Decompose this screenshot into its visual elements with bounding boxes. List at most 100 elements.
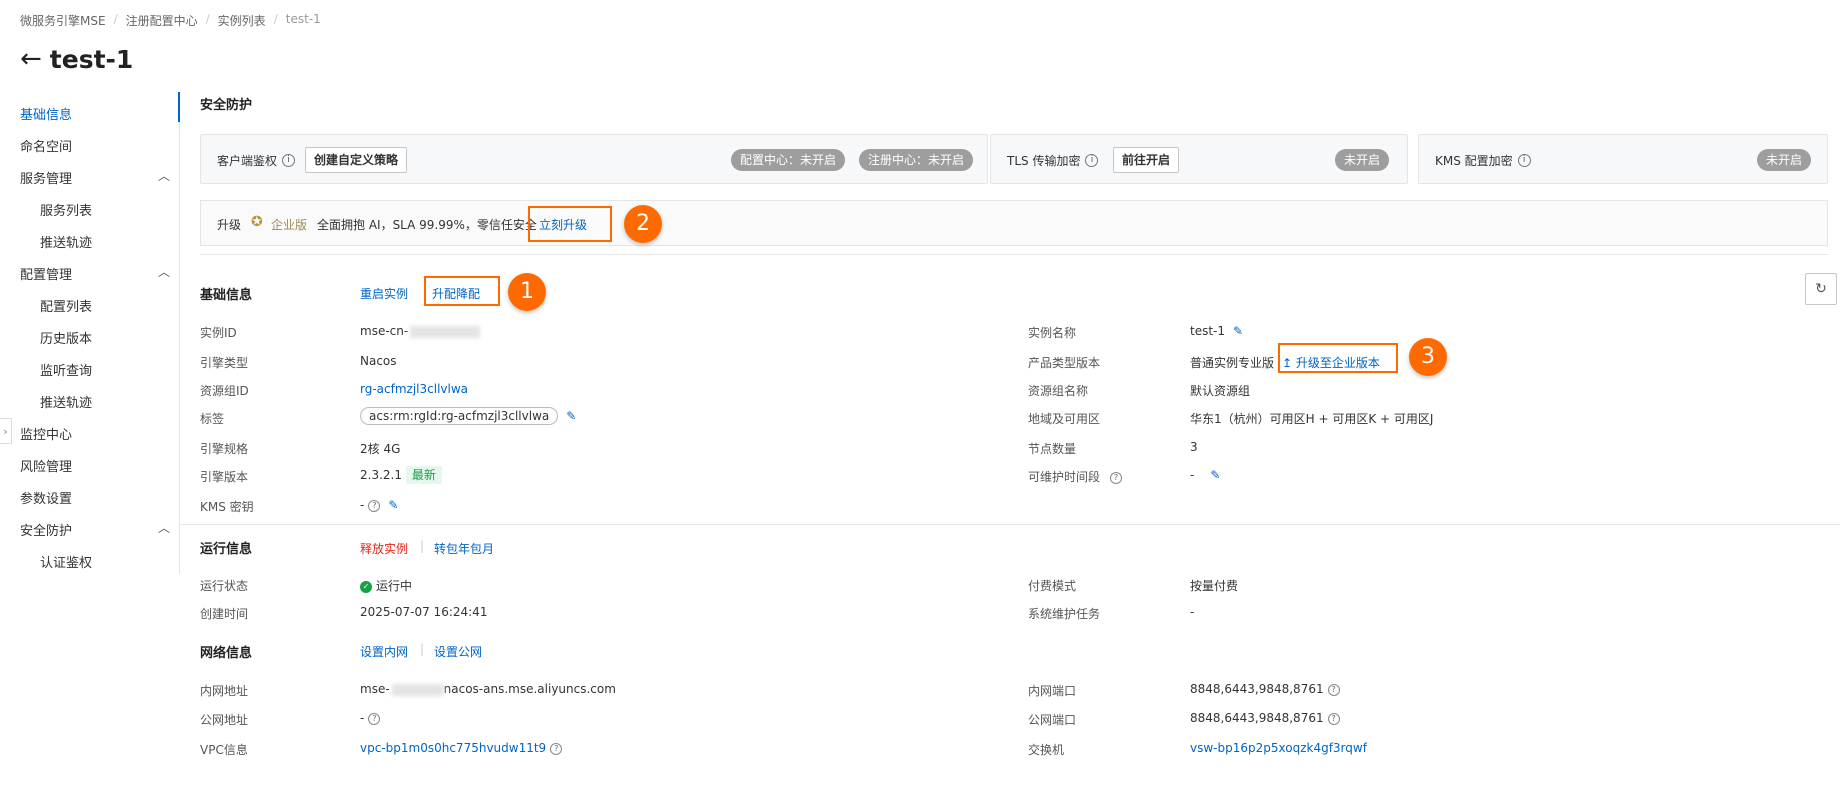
redacted-block [410, 325, 481, 338]
breadcrumb-mse[interactable]: 微服务引擎MSE [20, 12, 106, 29]
sidebar-item-namespace[interactable]: 命名空间 [20, 136, 170, 155]
private-port-label: 内网端口 [1028, 684, 1077, 698]
sidebar-group-config-mgmt[interactable]: 配置管理 ︿ [20, 264, 170, 283]
resource-group-id-link[interactable]: rg-acfmzjl3cllvlwa [360, 382, 468, 396]
sidebar-item-monitor[interactable]: 监控中心 [20, 424, 170, 443]
engine-spec-value: 2核 4G [360, 442, 401, 456]
breadcrumb-separator: / [205, 12, 210, 26]
callout-highlight-2 [528, 206, 612, 242]
instance-id-value: mse-cn- [360, 324, 481, 338]
sidebar-item-risk[interactable]: 风险管理 [20, 456, 170, 475]
kms-key-value: -? ✎ [360, 498, 398, 512]
breadcrumb-separator: / [113, 12, 118, 26]
refresh-button[interactable]: ↻ [1805, 273, 1837, 305]
registry-center-status-badge: 注册中心：未开启 [859, 149, 974, 171]
vswitch-link[interactable]: vsw-bp16p2p5xoqzk4gf3rqwf [1190, 741, 1367, 755]
breadcrumb-instance-list[interactable]: 实例列表 [218, 12, 266, 29]
edit-icon[interactable]: ✎ [1210, 468, 1220, 482]
instance-id-label: 实例ID [200, 326, 237, 340]
tag-chip[interactable]: acs:rm:rgId:rg-acfmzjl3cllvlwa [360, 407, 559, 425]
sidebar-item-push-trace[interactable]: 推送轨迹 [40, 232, 190, 251]
sidebar-item-config-list[interactable]: 配置列表 [40, 296, 190, 315]
latest-badge: 最新 [405, 466, 442, 484]
upgrade-description: 全面拥抱 AI，SLA 99.99%，零信任安全 [317, 218, 537, 232]
engine-version-value: 2.3.2.1 最新 [360, 466, 442, 484]
divider [180, 524, 1840, 525]
sidebar-group-security[interactable]: 安全防护 ︿ [20, 520, 170, 539]
created-time-value: 2025-07-07 16:24:41 [360, 605, 488, 619]
info-icon[interactable]: i [282, 154, 296, 167]
node-count-label: 节点数量 [1028, 442, 1077, 456]
engine-version-text: 2.3.2.1 [360, 468, 402, 482]
maintenance-window-text-value: - [1190, 468, 1195, 482]
run-status-value: ✓ 运行中 [360, 577, 412, 594]
sidebar-item-history[interactable]: 历史版本 [40, 328, 190, 347]
check-circle-icon: ✓ [360, 580, 372, 593]
sidebar-item-push-trace-config[interactable]: 推送轨迹 [40, 392, 190, 411]
engine-type-value: Nacos [360, 354, 397, 368]
help-icon[interactable]: ? [1327, 712, 1340, 725]
create-policy-button[interactable]: 创建自定义策略 [305, 147, 408, 173]
sidebar-group-service-mgmt[interactable]: 服务管理 ︿ [20, 168, 170, 187]
set-public-network-link[interactable]: 设置公网 [434, 643, 482, 660]
sidebar-item-auth[interactable]: 认证鉴权 [40, 552, 190, 571]
public-address-text: - [360, 711, 365, 725]
enterprise-badge-icon: ✪ [251, 214, 263, 230]
breadcrumb-registry[interactable]: 注册配置中心 [126, 12, 198, 29]
edit-icon[interactable]: ✎ [388, 498, 398, 512]
info-icon[interactable]: i [1517, 154, 1531, 167]
sidebar-item-listen-query[interactable]: 监听查询 [40, 360, 190, 379]
sidebar-item-label: 安全防护 [20, 524, 73, 539]
sidebar-item-params[interactable]: 参数设置 [20, 488, 170, 507]
engine-type-label: 引擎类型 [200, 356, 249, 370]
sidebar-item-basic-info[interactable]: 基础信息 [20, 104, 170, 123]
private-address-label: 内网地址 [200, 684, 249, 698]
release-instance-link[interactable]: 释放实例 [360, 540, 408, 557]
help-icon[interactable]: ? [1327, 683, 1340, 696]
vpc-link[interactable]: vpc-bp1m0s0hc775hvudw11t9 [360, 741, 546, 755]
billing-mode-value: 按量付费 [1190, 579, 1239, 593]
tls-label: TLS 传输加密 i [1007, 152, 1099, 169]
edit-icon[interactable]: ✎ [566, 409, 576, 423]
set-private-network-link[interactable]: 设置内网 [360, 643, 408, 660]
help-icon[interactable]: ? [550, 742, 563, 755]
private-address-prefix: mse- [360, 682, 390, 696]
info-icon[interactable]: i [1085, 154, 1099, 167]
created-time-label: 创建时间 [200, 607, 249, 621]
sidebar: 基础信息 命名空间 服务管理 ︿ 服务列表 推送轨迹 配置管理 ︿ 配置列表 历史版… [0, 94, 180, 574]
page-header: ← test-1 [20, 44, 133, 74]
basic-info-title: 基础信息 [200, 288, 253, 303]
client-auth-label: 客户端鉴权 i [217, 152, 296, 169]
tls-box: TLS 传输加密 i 前往开启 未开启 [990, 134, 1408, 184]
help-icon[interactable]: ? [368, 712, 381, 725]
chevron-right-icon: › [3, 424, 8, 438]
help-icon[interactable]: ? [368, 499, 381, 512]
private-address-value: mse-nacos-ans.mse.aliyuncs.com [360, 682, 616, 696]
vpc-value: vpc-bp1m0s0hc775hvudw11t9? [360, 741, 563, 755]
billing-mode-label: 付费模式 [1028, 579, 1077, 593]
refresh-icon: ↻ [1815, 281, 1827, 297]
private-port-text: 8848,6443,9848,8761 [1190, 682, 1324, 696]
tls-enable-button[interactable]: 前往开启 [1113, 147, 1180, 173]
instance-name-label: 实例名称 [1028, 326, 1077, 340]
convert-subscription-link[interactable]: 转包年包月 [434, 540, 494, 557]
sidebar-active-indicator [178, 92, 180, 122]
restart-instance-link[interactable]: 重启实例 [360, 285, 408, 302]
engine-version-label: 引擎版本 [200, 470, 249, 484]
back-arrow-icon[interactable]: ← [20, 44, 42, 74]
upgrade-banner: 升级 ✪ 企业版 全面拥抱 AI，SLA 99.99%，零信任安全 立刻升级 [200, 200, 1828, 246]
callout-highlight-3 [1278, 343, 1398, 373]
instance-name-value: test-1 ✎ [1190, 324, 1243, 338]
node-count-value: 3 [1190, 440, 1198, 454]
help-icon[interactable]: ? [1110, 471, 1123, 484]
tls-text: TLS 传输加密 [1007, 154, 1081, 168]
public-address-value: -? [360, 711, 381, 725]
breadcrumb-separator: / [273, 12, 278, 26]
sidebar-collapse-toggle[interactable]: › [0, 418, 12, 444]
edit-icon[interactable]: ✎ [1233, 324, 1243, 338]
public-port-value: 8848,6443,9848,8761? [1190, 711, 1340, 725]
tls-status-badge: 未开启 [1335, 149, 1390, 171]
run-status-label: 运行状态 [200, 579, 249, 593]
sidebar-item-service-list[interactable]: 服务列表 [40, 200, 190, 219]
chevron-up-icon: ︿ [157, 265, 170, 279]
